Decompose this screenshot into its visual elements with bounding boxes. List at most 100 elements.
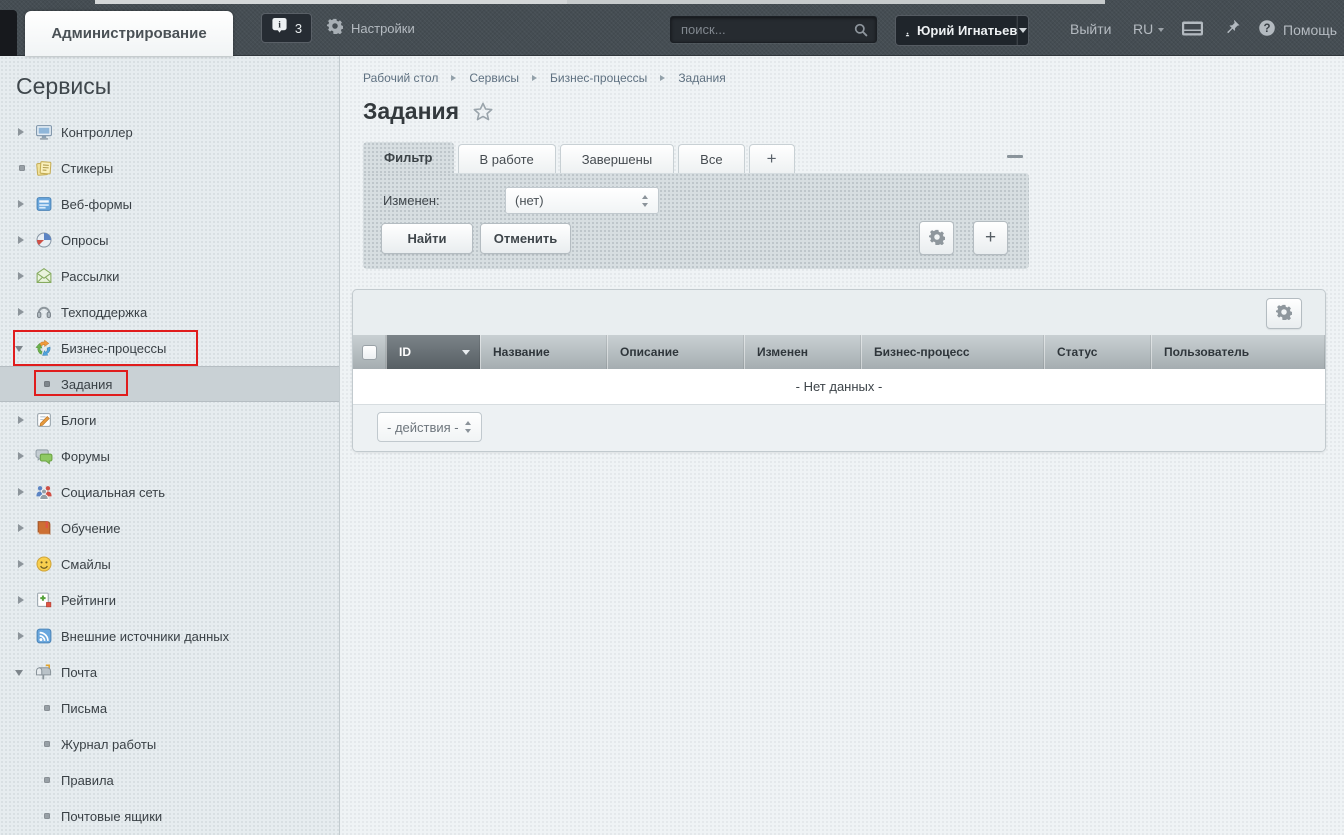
filter-panel: Изменен: (нет) Найти Отменить + [363, 173, 1029, 269]
bullet-icon[interactable] [44, 381, 50, 387]
chevron-right-icon[interactable] [18, 524, 24, 532]
modified-select[interactable]: (нет) [505, 187, 659, 214]
filter-tab-фильтр[interactable]: Фильтр [363, 142, 454, 173]
column-header-id[interactable]: ID [386, 335, 480, 369]
filter-tab-все[interactable]: Все [678, 144, 745, 173]
main-content: Рабочий стол Сервисы Бизнес-процессы Задани… [341, 56, 1344, 835]
breadcrumb-item[interactable]: Бизнес-процессы [550, 71, 647, 85]
sort-caret-icon[interactable] [462, 349, 470, 355]
sidebar-item-техподдержка[interactable]: Техподдержка [0, 294, 339, 330]
sidebar-item-правила[interactable]: Правила [0, 762, 339, 798]
sidebar-item-почтовые-ящики[interactable]: Почтовые ящики [0, 798, 339, 834]
column-header-описание[interactable]: Описание [607, 335, 744, 369]
webforms-icon [35, 195, 53, 213]
sidebar-item-рассылки[interactable]: Рассылки [0, 258, 339, 294]
chevron-right-icon[interactable] [18, 272, 24, 280]
chevron-down-icon[interactable] [15, 670, 23, 676]
sidebar-item-стикеры[interactable]: Стикеры [0, 150, 339, 186]
sidebar-item-письма[interactable]: Письма [0, 690, 339, 726]
chevron-right-icon[interactable] [18, 488, 24, 496]
select-all-checkbox[interactable] [362, 344, 377, 360]
favorite-star-icon[interactable] [472, 101, 494, 123]
sidebar-item-label: Обучение [61, 521, 121, 536]
data-grid: ID Название Описание Изменен Бизнес-процесс С… [352, 289, 1326, 452]
sidebar-item-социальная-сеть[interactable]: Социальная сеть [0, 474, 339, 510]
filter-tab-завершены[interactable]: Завершены [559, 144, 675, 173]
sidebar-item-label: Задания [61, 377, 113, 392]
sidebar-item-рейтинги[interactable]: Рейтинги [0, 582, 339, 618]
pin-icon[interactable] [1224, 18, 1241, 37]
sidebar-item-блоги[interactable]: Блоги [0, 402, 339, 438]
bullet-icon[interactable] [44, 813, 50, 819]
actions-select-value: - действия - [387, 419, 459, 435]
chevron-right-icon[interactable] [18, 236, 24, 244]
user-menu-button[interactable]: Юрий Игнатьев [895, 15, 1029, 46]
grid-settings-button[interactable] [1266, 298, 1302, 329]
sidebar-item-label: Веб-формы [61, 197, 132, 212]
sidebar-item-label: Стикеры [61, 161, 114, 176]
sidebar-item-веб-формы[interactable]: Веб-формы [0, 186, 339, 222]
bullet-icon[interactable] [19, 165, 25, 171]
notifications-button[interactable]: i 3 [261, 13, 312, 43]
svg-text:i: i [278, 20, 281, 30]
column-header-пользователь[interactable]: Пользователь [1151, 335, 1325, 369]
cancel-button[interactable]: Отменить [480, 223, 571, 254]
spinner-icon [464, 420, 472, 434]
search-icon[interactable] [853, 22, 869, 38]
chevron-right-icon[interactable] [18, 452, 24, 460]
sidebar-item-почта[interactable]: Почта [0, 654, 339, 690]
page-title-row: Задания [363, 98, 494, 125]
help-button[interactable]: ? Помощь [1258, 19, 1337, 40]
logout-link[interactable]: Выйти [1070, 21, 1111, 37]
bullet-icon[interactable] [44, 741, 50, 747]
modified-select-value: (нет) [515, 193, 544, 208]
sidebar-item-задания[interactable]: Задания [0, 366, 339, 402]
sidebar-item-опросы[interactable]: Опросы [0, 222, 339, 258]
breadcrumb-item[interactable]: Задания [678, 71, 725, 85]
chevron-right-icon[interactable] [18, 308, 24, 316]
chevron-right-icon[interactable] [18, 596, 24, 604]
bullet-icon[interactable] [44, 705, 50, 711]
sidebar-item-label: Блоги [61, 413, 97, 428]
filter-add-button[interactable]: + [973, 221, 1008, 255]
find-button[interactable]: Найти [381, 223, 473, 254]
sidebar-item-label: Журнал работы [61, 737, 157, 752]
collapse-filter-icon[interactable] [1007, 155, 1023, 158]
filter-settings-button[interactable] [919, 221, 954, 255]
sidebar-item-форумы[interactable]: Форумы [0, 438, 339, 474]
chevron-right-icon[interactable] [18, 416, 24, 424]
bullet-icon[interactable] [44, 777, 50, 783]
user-name: Юрий Игнатьев [917, 23, 1018, 38]
actions-select[interactable]: - действия - [377, 412, 482, 442]
info-badge-icon: i [271, 17, 288, 39]
sidebar-item-контроллер[interactable]: Контроллер [0, 114, 339, 150]
chevron-right-icon[interactable] [18, 128, 24, 136]
keyboard-icon[interactable] [1181, 20, 1204, 37]
chevron-down-icon[interactable] [15, 346, 23, 352]
breadcrumb-item[interactable]: Сервисы [469, 71, 519, 85]
language-selector[interactable]: RU [1133, 21, 1165, 37]
breadcrumb-item[interactable]: Рабочий стол [363, 71, 438, 85]
help-icon: ? [1258, 19, 1276, 40]
search-input[interactable] [671, 17, 849, 42]
settings-button[interactable]: Настройки [326, 18, 415, 37]
sidebar-item-смайлы[interactable]: Смайлы [0, 546, 339, 582]
column-header-название[interactable]: Название [480, 335, 607, 369]
chevron-right-icon[interactable] [18, 632, 24, 640]
chevron-right-icon[interactable] [18, 200, 24, 208]
sidebar-item-обучение[interactable]: Обучение [0, 510, 339, 546]
sidebar-item-внешние-источники-данных[interactable]: Внешние источники данных [0, 618, 339, 654]
sidebar-item-бизнес-процессы[interactable]: Бизнес-процессы [0, 330, 339, 366]
add-filter-tab[interactable]: + [748, 144, 795, 173]
column-header-статус[interactable]: Статус [1044, 335, 1151, 369]
filter-tab-в-работе[interactable]: В работе [457, 144, 556, 173]
tab-administration[interactable]: Администрирование [25, 11, 233, 56]
caret-down-icon [1019, 28, 1028, 33]
sidebar-item-label: Социальная сеть [61, 485, 165, 500]
user-menu-caret[interactable] [1017, 16, 1028, 45]
chevron-right-icon[interactable] [18, 560, 24, 568]
grid-empty-row: - Нет данных - [353, 369, 1325, 405]
sidebar-item-журнал-работы[interactable]: Журнал работы [0, 726, 339, 762]
column-header-бизнес-процесс[interactable]: Бизнес-процесс [861, 335, 1044, 369]
column-header-изменен[interactable]: Изменен [744, 335, 861, 369]
